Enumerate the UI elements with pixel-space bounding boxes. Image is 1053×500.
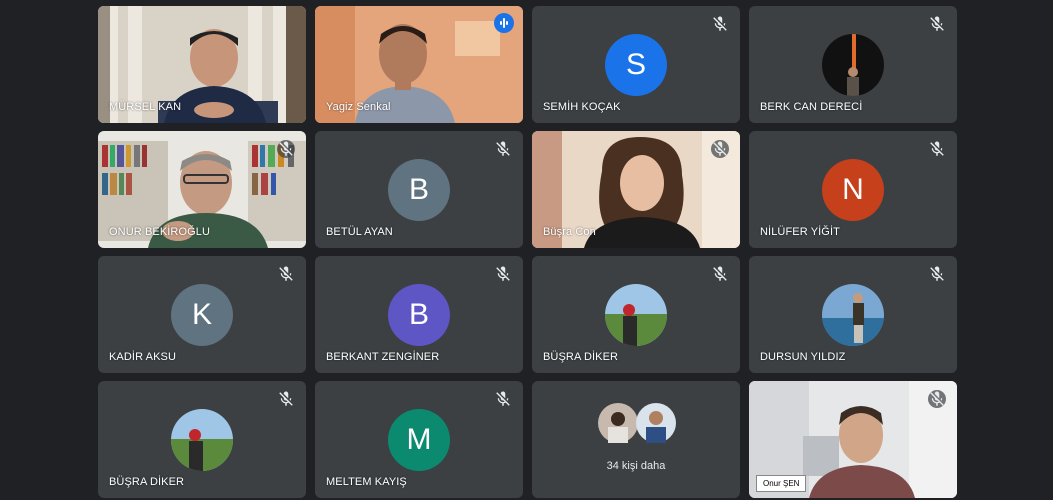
audio-level-icon [494, 13, 514, 33]
mic-off-icon [277, 140, 295, 158]
participant-tile[interactable]: K KADİR AKSU [98, 256, 306, 373]
avatar: N [822, 158, 884, 221]
participant-tile[interactable]: DURSUN YILDIZ [749, 256, 957, 373]
more-participants-tile[interactable]: 34 kişi daha [532, 381, 740, 498]
participant-name: DURSUN YILDIZ [760, 351, 846, 363]
mic-off-icon [711, 15, 729, 33]
participant-name: Yagiz Senkal [326, 101, 391, 113]
participant-tile[interactable]: S SEMİH KOÇAK [532, 6, 740, 123]
avatar [171, 408, 233, 471]
participant-name: BERK CAN DERECİ [760, 101, 863, 113]
avatar: M [388, 408, 450, 471]
participant-tile[interactable]: Büşra Con [532, 131, 740, 248]
avatar: K [171, 283, 233, 346]
participant-name: ONUR BEKİROĞLU [109, 226, 211, 238]
mic-off-icon [928, 15, 946, 33]
avatar: S [605, 33, 667, 96]
participant-tile[interactable]: Onur ŞEN [749, 381, 957, 498]
participant-tile[interactable]: M MELTEM KAYIŞ [315, 381, 523, 498]
mic-off-icon [494, 140, 512, 158]
participant-tile[interactable]: BÜŞRA DİKER [532, 256, 740, 373]
participant-name: Büşra Con [543, 226, 596, 238]
avatar: B [388, 283, 450, 346]
participant-name: MELTEM KAYIŞ [326, 476, 407, 488]
participant-name: BETÜL AYAN [326, 226, 393, 238]
avatar [605, 283, 667, 346]
avatar [822, 33, 884, 96]
mic-off-icon [928, 390, 946, 408]
overflow-avatars [598, 403, 676, 443]
participant-name: Onur ŞEN [756, 475, 807, 492]
participant-tile[interactable]: BERK CAN DERECİ [749, 6, 957, 123]
participant-grid: MÜRSEL KAN Yagiz Senkal S SEMİH KOÇAK BE… [98, 6, 957, 500]
avatar [822, 283, 884, 346]
mic-off-icon [494, 390, 512, 408]
participant-tile[interactable]: MÜRSEL KAN [98, 6, 306, 123]
mic-off-icon [711, 265, 729, 283]
participant-name: BERKANT ZENGİNER [326, 351, 440, 363]
more-participants-label: 34 kişi daha [606, 460, 666, 472]
participant-tile[interactable]: ONUR BEKİROĞLU [98, 131, 306, 248]
participant-name: BÜŞRA DİKER [543, 351, 619, 363]
mic-off-icon [494, 265, 512, 283]
participant-name: MÜRSEL KAN [109, 101, 182, 113]
mic-off-icon [711, 140, 729, 158]
participant-tile[interactable]: BÜŞRA DİKER [98, 381, 306, 498]
avatar: B [388, 158, 450, 221]
participant-name: KADİR AKSU [109, 351, 177, 363]
participant-name: BÜŞRA DİKER [109, 476, 185, 488]
participant-name: NİLÜFER YİĞİT [760, 226, 840, 238]
participant-tile[interactable]: B BETÜL AYAN [315, 131, 523, 248]
participant-tile[interactable]: N NİLÜFER YİĞİT [749, 131, 957, 248]
mic-off-icon [928, 140, 946, 158]
mic-off-icon [277, 265, 295, 283]
mic-off-icon [928, 265, 946, 283]
participant-name: SEMİH KOÇAK [543, 101, 621, 113]
participant-tile[interactable]: B BERKANT ZENGİNER [315, 256, 523, 373]
mic-off-icon [277, 390, 295, 408]
participant-tile-active-speaker[interactable]: Yagiz Senkal [315, 6, 523, 123]
